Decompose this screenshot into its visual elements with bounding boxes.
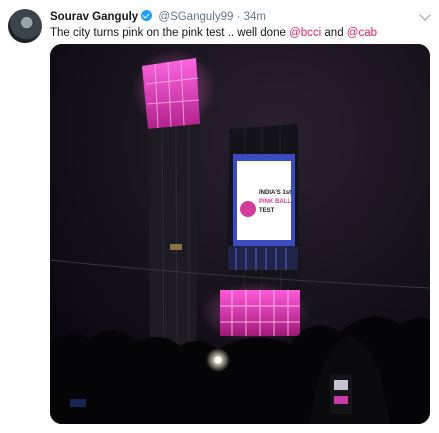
separator-dot: · bbox=[236, 11, 241, 23]
tweet-text-part: The city turns pink on the pink test .. … bbox=[50, 27, 290, 39]
author-name[interactable]: Sourav Ganguly bbox=[50, 11, 138, 23]
tweet-photo[interactable]: INDIA'S 1st PINK BALL TEST bbox=[50, 44, 430, 424]
avatar[interactable] bbox=[8, 9, 42, 43]
screen-text-line2: PINK BALL bbox=[259, 199, 291, 205]
night-city-photo: INDIA'S 1st PINK BALL TEST bbox=[50, 44, 430, 424]
screen-text-line3: TEST bbox=[259, 208, 275, 214]
author-handle[interactable]: @SGanguly99 bbox=[158, 11, 233, 23]
screen-text-line1: INDIA'S 1st bbox=[259, 190, 291, 196]
verified-badge-icon bbox=[141, 10, 153, 21]
mention-cab[interactable]: @cab bbox=[347, 27, 377, 39]
mention-bcci[interactable]: @bcci bbox=[289, 27, 321, 39]
tweet-text-part: and bbox=[321, 27, 347, 39]
tweet[interactable]: Sourav Ganguly @SGanguly99 · 34m The cit… bbox=[0, 0, 439, 433]
chevron-down-icon[interactable] bbox=[419, 9, 431, 21]
tweet-text: The city turns pink on the pink test .. … bbox=[50, 25, 377, 41]
timestamp[interactable]: 34m bbox=[244, 11, 266, 23]
tweet-header: Sourav Ganguly @SGanguly99 · 34m bbox=[50, 9, 266, 25]
